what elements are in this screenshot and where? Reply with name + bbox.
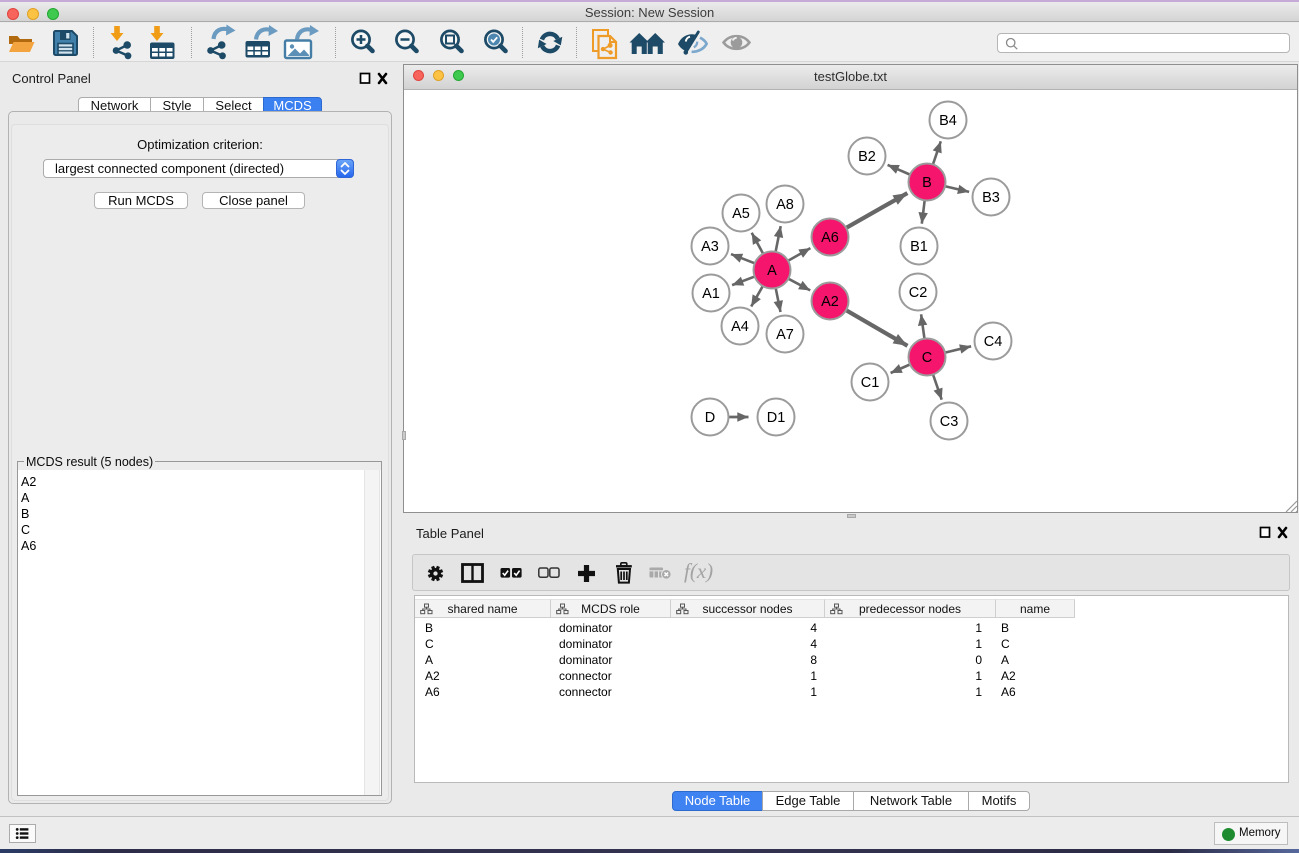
svg-text:A7: A7 [776, 327, 794, 343]
svg-text:B1: B1 [910, 239, 928, 255]
svg-text:D1: D1 [767, 410, 786, 426]
svg-text:A4: A4 [731, 319, 749, 335]
svg-text:B3: B3 [982, 190, 1000, 206]
svg-text:D: D [705, 410, 715, 426]
svg-text:A: A [767, 263, 777, 279]
svg-text:A8: A8 [776, 197, 794, 213]
svg-text:A6: A6 [821, 230, 839, 246]
svg-text:B2: B2 [858, 149, 876, 165]
svg-text:A1: A1 [702, 286, 720, 302]
svg-text:C3: C3 [940, 414, 959, 430]
svg-text:C2: C2 [909, 285, 928, 301]
svg-text:A5: A5 [732, 206, 750, 222]
svg-text:A3: A3 [701, 239, 719, 255]
svg-text:B: B [922, 175, 932, 191]
svg-text:B4: B4 [939, 113, 957, 129]
svg-text:C4: C4 [984, 334, 1003, 350]
svg-text:C: C [922, 350, 932, 366]
svg-text:A2: A2 [821, 294, 839, 310]
svg-text:C1: C1 [861, 375, 880, 391]
